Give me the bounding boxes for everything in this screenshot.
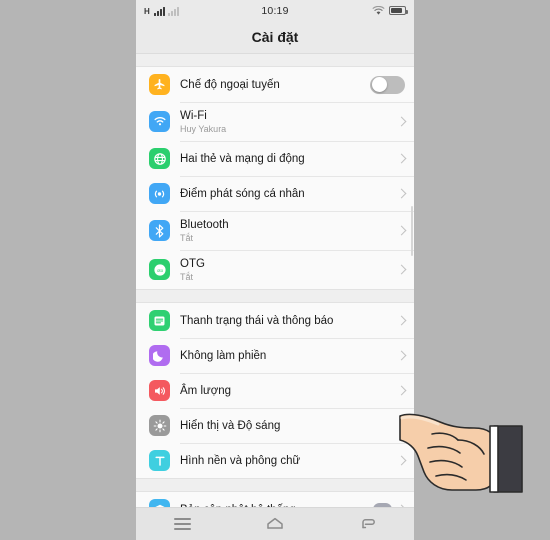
font-icon	[149, 450, 170, 471]
menu-icon[interactable]	[159, 512, 205, 536]
pointing-hand-cursor	[396, 402, 528, 506]
settings-row-volume[interactable]: Âm lượng	[136, 373, 414, 408]
settings-row-label: Điểm phát sóng cá nhân	[180, 187, 305, 200]
chevron-right-icon	[396, 188, 407, 199]
svg-text:oto: oto	[156, 268, 163, 273]
settings-row-sublabel: Tắt	[180, 232, 194, 243]
settings-row-label: Hình nền và phông chữ	[180, 454, 301, 467]
settings-row-label: Hiển thị và Độ sáng	[180, 419, 281, 432]
notifications-icon	[149, 310, 170, 331]
phone-screen: H 10:19 Cài đặt Chế độ ngoại tuyến Wi-Fi…	[136, 0, 414, 540]
page-title: Cài đặt	[251, 29, 299, 45]
status-bar-clock: 10:19	[261, 4, 289, 17]
section-spacer	[136, 290, 414, 302]
settings-row-labels: Không làm phiền	[180, 349, 392, 363]
settings-row-labels: Hai thẻ và mạng di động	[180, 152, 392, 166]
settings-row-airplane-mode[interactable]: Chế độ ngoại tuyến	[136, 67, 414, 102]
settings-row-do-not-disturb[interactable]: Không làm phiền	[136, 338, 414, 373]
settings-row-label: Hai thẻ và mạng di động	[180, 152, 305, 165]
settings-row-bluetooth[interactable]: Bluetooth Tắt	[136, 211, 414, 250]
settings-row-system-update[interactable]: Bản cập nhật hệ thống 1	[136, 492, 414, 507]
chevron-right-icon	[396, 264, 407, 275]
otg-icon: oto	[149, 259, 170, 280]
settings-row-labels: Điểm phát sóng cá nhân	[180, 187, 392, 201]
settings-row-sublabel: Tắt	[180, 271, 194, 282]
settings-row-labels: Bản cập nhật hệ thống	[180, 503, 373, 508]
settings-row-label: Bản cập nhật hệ thống	[180, 503, 373, 508]
settings-group-system: Bản cập nhật hệ thống 1	[136, 491, 414, 507]
settings-row-label: Không làm phiền	[180, 349, 267, 362]
settings-group-connectivity: Chế độ ngoại tuyến Wi-Fi Huy Yakura Hai …	[136, 66, 414, 290]
settings-row-labels: Wi-Fi Huy Yakura	[180, 109, 392, 135]
settings-row-labels: Bluetooth Tắt	[180, 218, 392, 244]
chevron-right-icon	[396, 350, 407, 361]
chevron-right-icon	[396, 116, 407, 127]
settings-row-label: Wi-Fi	[180, 109, 207, 122]
brightness-icon	[149, 415, 170, 436]
settings-row-label: Chế độ ngoại tuyến	[180, 78, 280, 91]
back-icon[interactable]	[345, 512, 391, 536]
settings-row-display-brightness[interactable]: Hiển thị và Độ sáng	[136, 408, 414, 443]
chevron-right-icon	[396, 153, 407, 164]
airplane-mode-toggle[interactable]	[370, 75, 405, 94]
settings-row-label: Thanh trạng thái và thông báo	[180, 314, 334, 327]
bluetooth-icon	[149, 220, 170, 241]
settings-row-wallpaper-font[interactable]: Hình nền và phông chữ	[136, 443, 414, 478]
chevron-right-icon	[396, 385, 407, 396]
settings-row-hotspot[interactable]: Điểm phát sóng cá nhân	[136, 176, 414, 211]
settings-row-labels: Âm lượng	[180, 384, 392, 398]
title-bar: Cài đặt	[136, 21, 414, 54]
section-spacer	[136, 54, 414, 66]
settings-row-wifi[interactable]: Wi-Fi Huy Yakura	[136, 102, 414, 141]
settings-list[interactable]: Chế độ ngoại tuyến Wi-Fi Huy Yakura Hai …	[136, 54, 414, 507]
status-bar: H 10:19	[136, 0, 414, 21]
moon-icon	[149, 345, 170, 366]
settings-row-labels: Hiển thị và Độ sáng	[180, 419, 392, 433]
settings-row-otg[interactable]: oto OTG Tắt	[136, 250, 414, 289]
hotspot-icon	[149, 183, 170, 204]
settings-row-labels: Hình nền và phông chữ	[180, 454, 392, 468]
settings-row-label: Bluetooth	[180, 218, 229, 231]
home-icon[interactable]	[252, 512, 298, 536]
settings-row-status-bar-notifications[interactable]: Thanh trạng thái và thông báo	[136, 303, 414, 338]
settings-row-labels: Thanh trạng thái và thông báo	[180, 314, 392, 328]
settings-row-labels: Chế độ ngoại tuyến	[180, 78, 370, 92]
update-icon	[149, 499, 170, 507]
wifi-icon	[149, 111, 170, 132]
vertical-scrollbar[interactable]	[410, 206, 413, 256]
settings-row-sublabel: Huy Yakura	[180, 123, 227, 134]
globe-icon	[149, 148, 170, 169]
settings-row-labels: OTG Tắt	[180, 257, 392, 283]
android-nav-bar	[136, 507, 414, 540]
settings-row-label: Âm lượng	[180, 384, 232, 397]
update-count-badge: 1	[373, 503, 392, 507]
screenshot-stage: H 10:19 Cài đặt Chế độ ngoại tuyến Wi-Fi…	[0, 0, 550, 540]
settings-row-label: OTG	[180, 257, 205, 270]
airplane-icon	[149, 74, 170, 95]
speaker-icon	[149, 380, 170, 401]
settings-row-cellular[interactable]: Hai thẻ và mạng di động	[136, 141, 414, 176]
chevron-right-icon	[396, 225, 407, 236]
battery-icon	[389, 6, 408, 15]
section-spacer	[136, 479, 414, 491]
settings-group-device: Thanh trạng thái và thông báo Không làm …	[136, 302, 414, 479]
chevron-right-icon	[396, 315, 407, 326]
